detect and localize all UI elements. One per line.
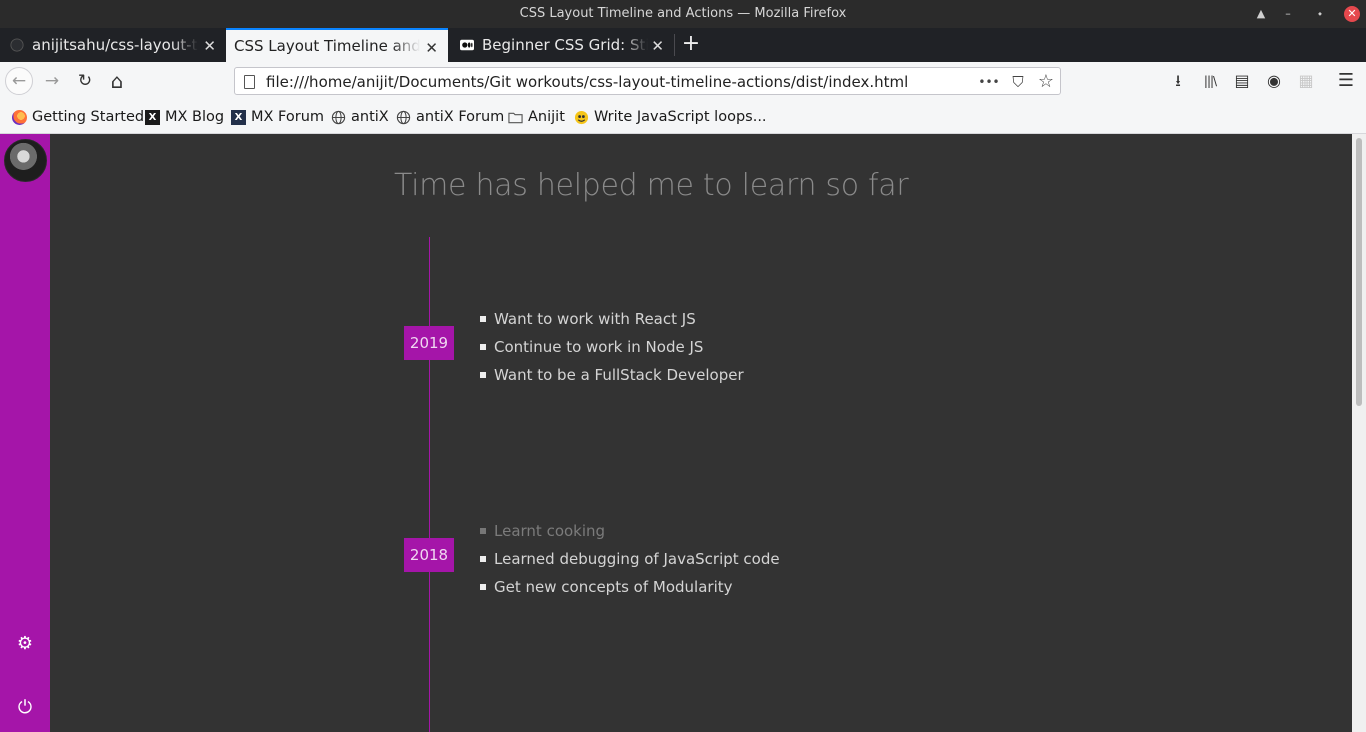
bookmark-mx-blog[interactable]: X MX Blog [145,107,224,127]
app-sidebar: ⚙ ⏻ [0,134,50,732]
bookmark-label: MX Blog [165,109,225,125]
window-title: CSS Layout Timeline and Actions — Mozill… [519,6,847,21]
window-close-button[interactable]: ✕ [1344,6,1360,22]
arrow-right-icon: → [44,71,60,91]
firefox-icon [12,109,27,125]
bookmark-getting-started[interactable]: Getting Started [12,107,144,127]
arrow-left-icon: ← [11,71,27,91]
timeline-item: Want to be a FullStack Developer [480,361,744,389]
close-icon[interactable]: ✕ [425,39,438,57]
power-icon[interactable]: ⏻ [15,698,35,718]
github-icon [10,38,24,52]
bookmark-antix[interactable]: antiX [331,107,389,127]
bookmark-label: antiX Forum [416,109,505,125]
tab-label: CSS Layout Timeline and Actions [234,37,420,55]
page-title: Time has helped me to learn so far [394,168,909,203]
timeline-item: Want to work with React JS [480,305,744,333]
window-maximize-button[interactable]: ⬩ [1312,6,1328,22]
downloads-icon[interactable]: ⭳ [1166,69,1190,93]
new-tab-button[interactable]: + [680,31,702,59]
hamburger-menu-icon[interactable]: ☰ [1334,69,1358,93]
bookmark-label: MX Forum [251,109,325,125]
tab-strip: anijitsahu/css-layout-timeline-actions ✕… [0,28,1366,62]
tab-separator [674,34,675,56]
page-content: ⚙ ⏻ Time has helped me to learn so far 2… [0,134,1352,732]
navigation-toolbar: ← → ↻ ⌂ file:///home/anijit/Documents/Gi… [0,62,1366,100]
freecodecamp-icon [574,110,589,124]
timeline-line [429,237,430,732]
bookmark-write-js-loops[interactable]: Write JavaScript loops... [574,107,767,127]
timeline-item: Learnt cooking [480,517,780,545]
pocket-icon[interactable]: ⛉ [1007,71,1029,93]
bookmarks-toolbar: Getting Started X MX Blog X MX Forum ant… [0,100,1366,134]
home-button[interactable]: ⌂ [103,67,131,95]
bookmark-folder-anijit[interactable]: Anijit [508,107,565,127]
bookmark-mx-forum[interactable]: X MX Forum [231,107,324,127]
tab-label: anijitsahu/css-layout-timeline-actions [32,36,198,54]
reload-icon: ↻ [77,71,93,91]
url-bar[interactable]: file:///home/anijit/Documents/Git workou… [234,67,1061,95]
timeline-list-2019: Want to work with React JS Continue to w… [480,305,744,389]
library-icon[interactable]: |||\ [1198,69,1222,93]
forward-button[interactable]: → [38,67,66,95]
globe-icon [331,110,346,124]
url-text[interactable]: file:///home/anijit/Documents/Git workou… [266,73,908,91]
tab-css-layout-timeline[interactable]: CSS Layout Timeline and Actions ✕ [226,28,448,62]
scrollbar-thumb[interactable] [1356,138,1362,406]
medium-icon [460,39,474,51]
timeline-item: Learned debugging of JavaScript code [480,545,780,573]
close-icon[interactable]: ✕ [651,37,664,55]
tab-github-repo[interactable]: anijitsahu/css-layout-timeline-actions ✕ [0,28,226,62]
bookmark-label: Write JavaScript loops... [594,109,767,125]
home-icon: ⌂ [110,69,124,93]
settings-gear-icon[interactable]: ⚙ [15,634,35,654]
mx-icon: X [231,109,246,125]
bookmark-label: Anijit [528,109,565,125]
page-actions-icon[interactable]: ••• [978,71,1000,93]
year-badge-2018: 2018 [404,538,454,572]
page-scrollbar[interactable] [1352,134,1366,732]
folder-icon [508,112,523,123]
back-button[interactable]: ← [5,67,33,95]
bookmark-label: Getting Started [32,109,145,125]
bookmark-label: antiX [351,109,389,125]
globe-icon [396,110,411,124]
bookmark-star-icon[interactable]: ☆ [1035,71,1057,93]
reload-button[interactable]: ↻ [71,67,99,95]
page-icon [244,75,255,89]
tab-css-grid-sticky-footer[interactable]: Beginner CSS Grid: Sticky Footer ✕ [450,28,674,62]
tab-label: Beginner CSS Grid: Sticky Footer [482,36,648,54]
window-shade-button[interactable]: ▲ [1253,6,1269,22]
mx-icon: X [145,109,160,125]
window-titlebar: CSS Layout Timeline and Actions — Mozill… [0,0,1366,28]
timeline-item: Continue to work in Node JS [480,333,744,361]
timeline-list-2018: Learnt cooking Learned debugging of Java… [480,517,780,601]
account-icon[interactable]: ◉ [1262,69,1286,93]
bookmark-antix-forum[interactable]: antiX Forum [396,107,504,127]
window-minimize-button[interactable]: – [1280,6,1296,22]
avatar[interactable] [4,139,47,182]
sidebar-toggle-icon[interactable]: ▤ [1230,69,1254,93]
timeline-item: Get new concepts of Modularity [480,573,780,601]
extension-icon[interactable]: ▦ [1294,69,1318,93]
close-icon[interactable]: ✕ [203,37,216,55]
year-badge-2019: 2019 [404,326,454,360]
